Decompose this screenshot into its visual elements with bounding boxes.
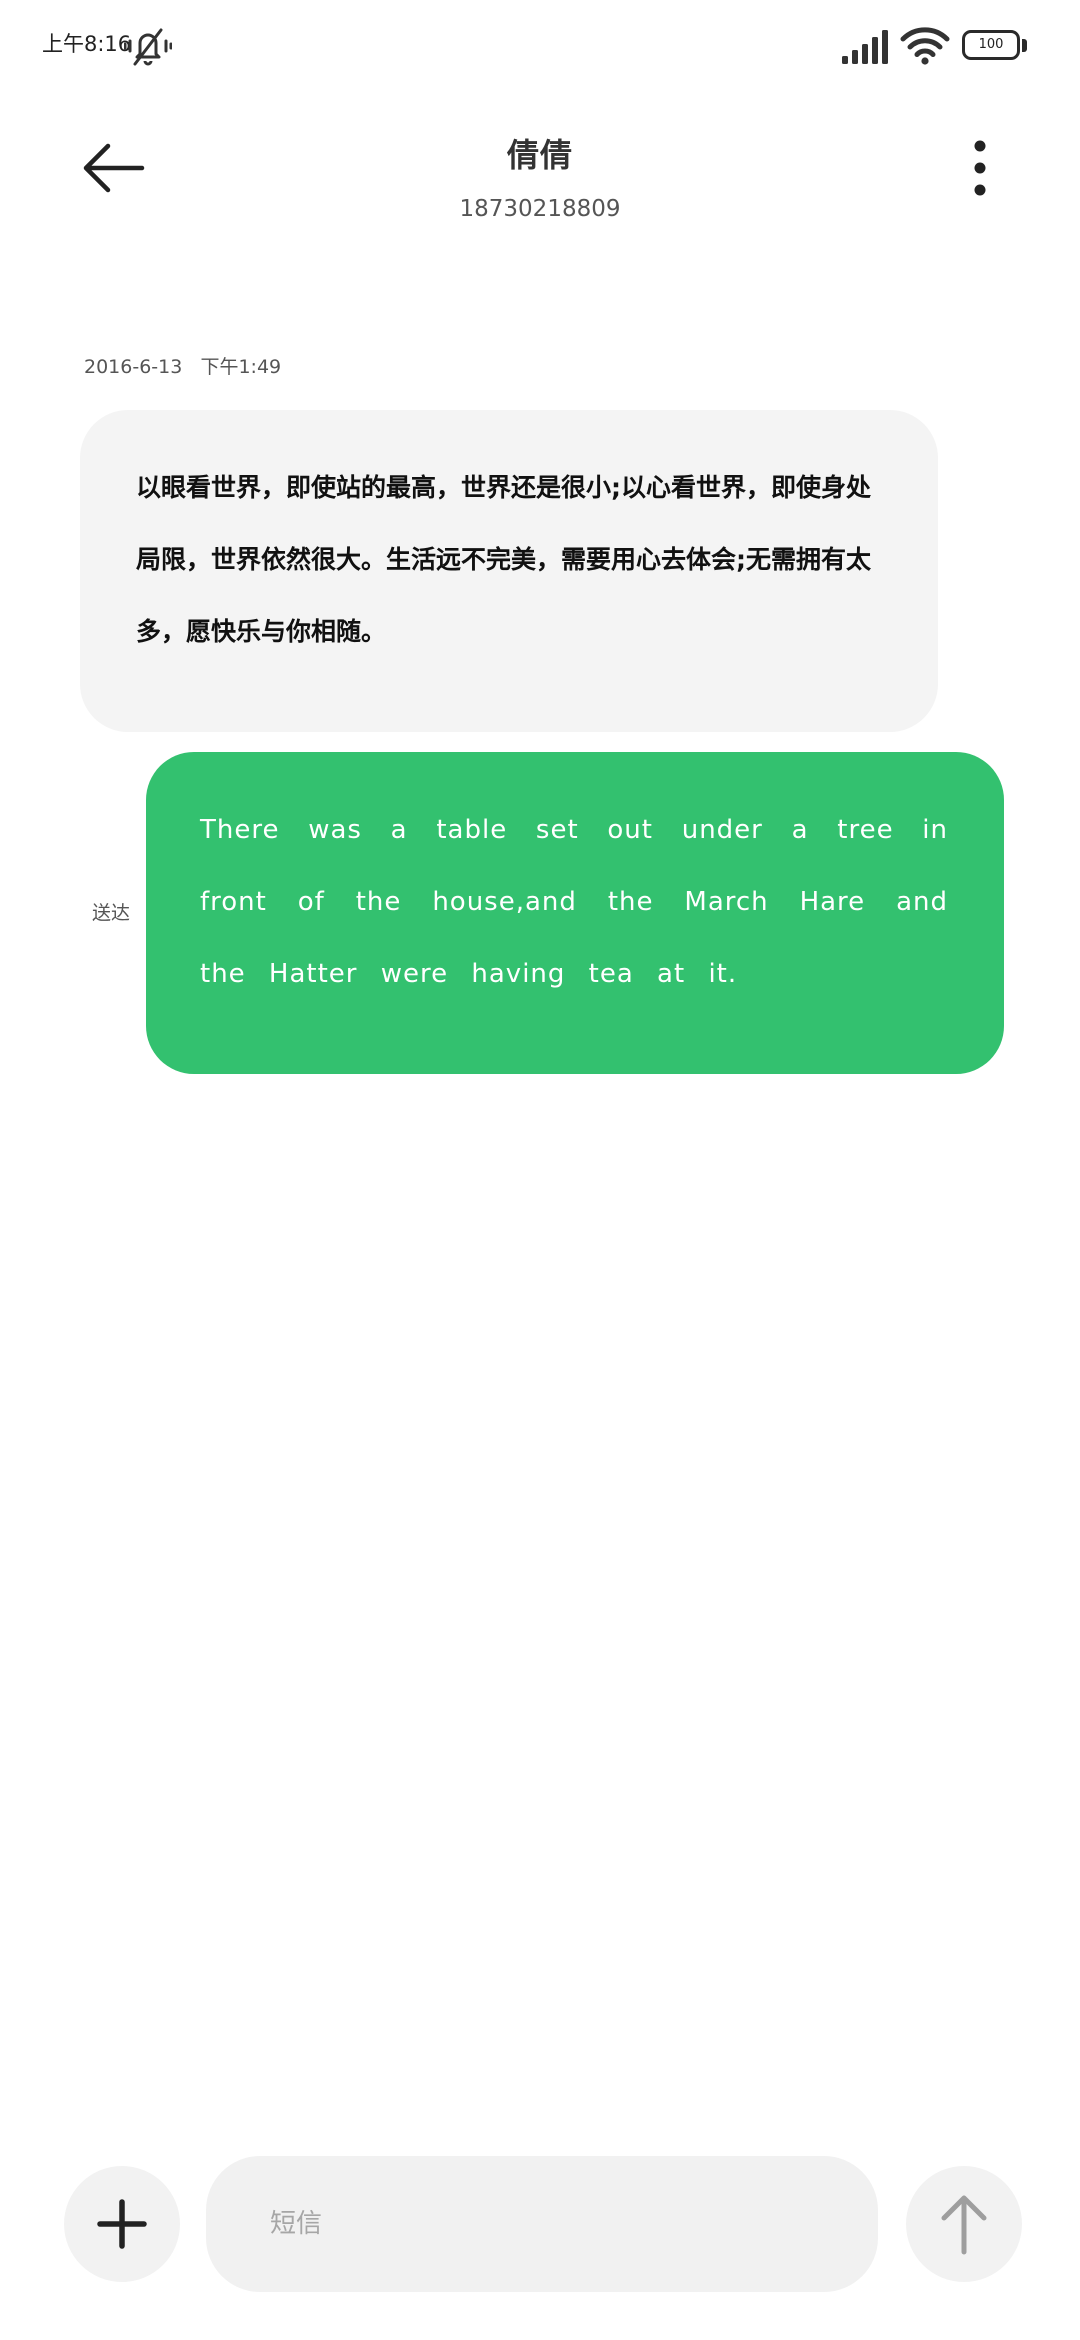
incoming-message-text: 以眼看世界，即使站的最高，世界还是很小;以心看世界，即使身处局限，世界依然很大。…	[136, 473, 872, 646]
contact-phone-number: 18730218809	[459, 196, 621, 222]
more-vertical-icon	[974, 140, 986, 196]
contact-name: 倩倩	[506, 136, 573, 174]
outgoing-message-text: There was a table set out under a tree i…	[200, 815, 948, 989]
add-attachment-button[interactable]	[64, 2166, 180, 2282]
plus-icon	[97, 2199, 147, 2249]
arrow-up-icon	[941, 2195, 987, 2255]
incoming-message-bubble[interactable]: 以眼看世界，即使站的最高，世界还是很小;以心看世界，即使身处局限，世界依然很大。…	[80, 410, 938, 732]
battery-level: 100	[978, 37, 1004, 52]
message-input[interactable]: 短信	[206, 2156, 878, 2292]
outgoing-message-bubble[interactable]: There was a table set out under a tree i…	[146, 752, 1004, 1074]
mute-icon	[123, 24, 173, 68]
sms-conversation-screen: 上午8:16 100 倩倩 18730218809 2016-6-13 下午1:…	[0, 0, 1080, 2340]
delivery-status: 送达	[92, 902, 131, 924]
signal-icon	[840, 28, 892, 66]
status-time: 上午8:16	[42, 32, 132, 56]
send-button[interactable]	[906, 2166, 1022, 2282]
more-options-button[interactable]	[950, 128, 1010, 208]
message-timestamp: 2016-6-13 下午1:49	[84, 356, 282, 378]
message-input-placeholder: 短信	[270, 2209, 323, 2239]
battery-icon: 100	[962, 30, 1030, 64]
wifi-icon	[900, 26, 950, 66]
status-bar: 上午8:16 100	[0, 0, 1080, 92]
conversation-header: 倩倩 18730218809	[0, 92, 1080, 262]
